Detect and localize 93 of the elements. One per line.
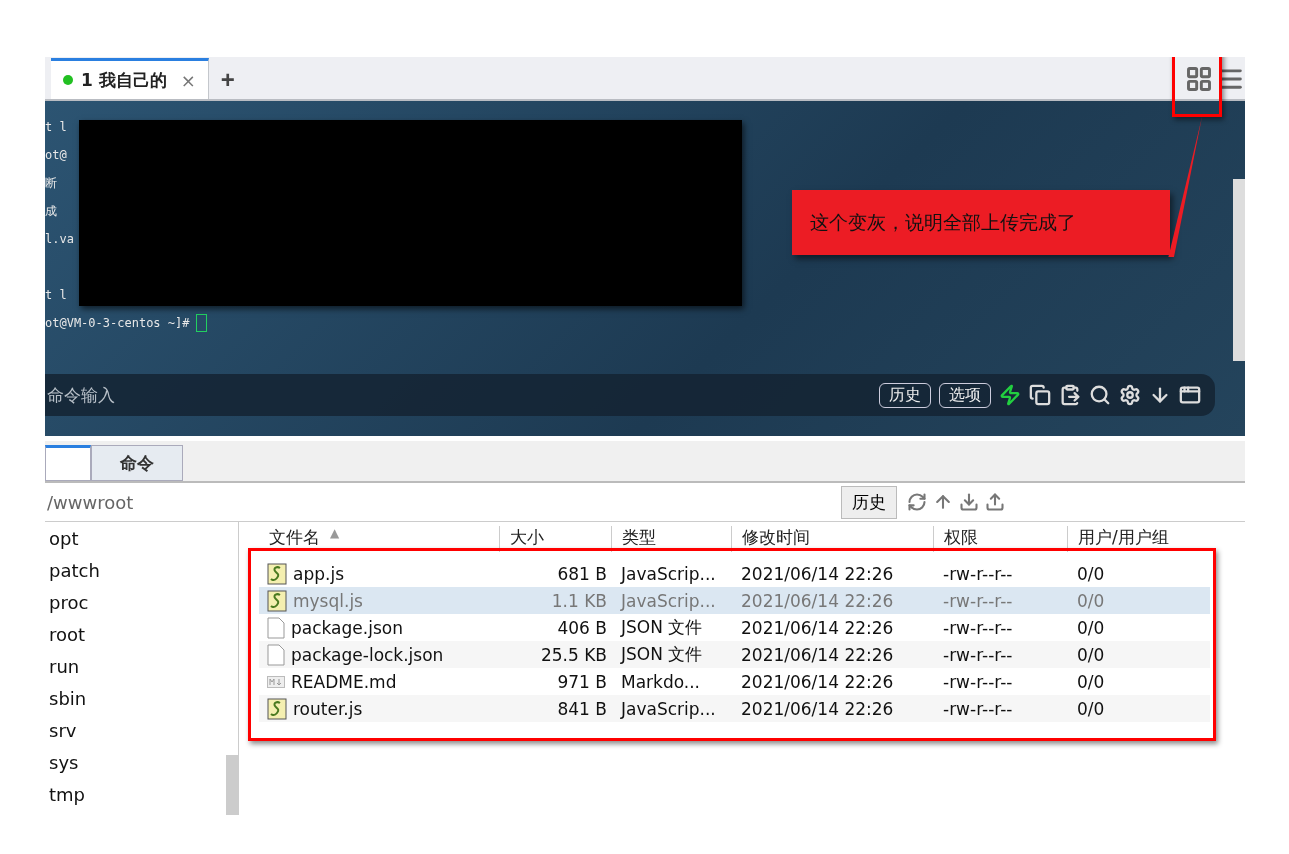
terminal-line: 断 [45, 174, 57, 192]
script-file-icon [267, 697, 287, 720]
file-icon [267, 616, 285, 639]
terminal-line: t l [45, 120, 67, 134]
table-cell-text: JavaScrip... [619, 698, 717, 719]
panel-tab[interactable] [45, 445, 91, 481]
tree-item[interactable]: sbin [45, 682, 226, 714]
tree-item[interactable]: opt [45, 522, 226, 554]
tree-item[interactable]: run [45, 650, 226, 682]
session-tab[interactable]: 1 我自己的 × [51, 58, 209, 99]
table-cell-text: 2021/06/14 22:26 [740, 590, 895, 611]
column-header[interactable]: 用户/用户组 [1078, 526, 1169, 552]
tree-item[interactable]: patch [45, 554, 226, 586]
file-name: README.md [291, 671, 397, 692]
history-button[interactable]: 历史 [841, 485, 897, 519]
table-cell-text: 2021/06/14 22:26 [740, 698, 895, 719]
table-cell-text: 2021/06/14 22:26 [740, 644, 895, 665]
refresh-icon[interactable] [907, 492, 927, 512]
table-cell-text: JavaScrip... [619, 590, 717, 611]
new-tab-button[interactable]: + [208, 61, 247, 99]
file-icon [267, 643, 285, 666]
file-row[interactable]: router.js 841 B JavaScrip... 2021/06/14 22:26 -rw-r--r-- 0/0 [259, 695, 1210, 722]
table-cell-text: -rw-r--r-- [942, 671, 1014, 692]
table-cell-text: JavaScrip... [619, 563, 717, 584]
sort-arrow-icon: ▲ [330, 526, 340, 552]
bolt-icon[interactable] [999, 384, 1021, 406]
terminal-line: 成 [45, 202, 57, 220]
table-cell-text: JSON 文件 [619, 643, 704, 666]
tree-item[interactable]: root [45, 618, 226, 650]
scrollbar[interactable] [1233, 179, 1245, 361]
tree-item[interactable]: tmp [45, 778, 226, 810]
table-cell-text: 841 B [556, 698, 608, 719]
file-name: mysql.js [293, 590, 363, 611]
table-cell-text: -rw-r--r-- [942, 617, 1014, 638]
tab-label: 1 我自己的 [81, 68, 167, 92]
table-cell-text: 0/0 [1076, 671, 1106, 692]
paste-icon[interactable] [1059, 384, 1081, 406]
script-file-icon [267, 562, 287, 585]
table-cell-text: 0/0 [1076, 644, 1106, 665]
column-header[interactable]: 修改时间 [742, 526, 810, 552]
file-row[interactable]: package-lock.json 25.5 KB JSON 文件 2021/06/14 22:26 -rw-r--r-- 0/0 [259, 641, 1210, 668]
table-cell-text: 2021/06/14 22:26 [740, 671, 895, 692]
upload-icon[interactable] [985, 492, 1005, 512]
column-header[interactable]: 大小 [510, 526, 544, 552]
table-cell-text: Markdo... [620, 671, 702, 692]
table-cell-text: 406 B [556, 617, 608, 638]
file-name: package-lock.json [291, 644, 444, 665]
markdown-icon [267, 675, 285, 688]
terminal-line: t l [45, 288, 67, 302]
table-cell-text: -rw-r--r-- [942, 698, 1014, 719]
table-cell-text: -rw-r--r-- [942, 590, 1014, 611]
settings-icon[interactable] [1119, 384, 1141, 406]
tree-item[interactable]: sys [45, 746, 226, 778]
file-row[interactable]: mysql.js 1.1 KB JavaScrip... 2021/06/14 22:26 -rw-r--r-- 0/0 [259, 587, 1210, 614]
copy-icon[interactable] [1029, 384, 1051, 406]
cursor [195, 314, 207, 332]
table-cell-text: 0/0 [1076, 617, 1106, 638]
file-name: package.json [291, 617, 403, 638]
command-button[interactable]: 选项 [939, 382, 991, 408]
table-cell-text: 1.1 KB [550, 590, 608, 611]
column-header[interactable]: 权限 [944, 526, 978, 552]
download-icon[interactable] [959, 492, 979, 512]
terminal-line: ot@ [45, 148, 67, 162]
tree-item[interactable]: proc [45, 586, 226, 618]
table-cell-text: 0/0 [1076, 698, 1106, 719]
file-name: router.js [293, 698, 363, 719]
grid-icon[interactable] [1185, 65, 1213, 93]
table-cell-text: 971 B [556, 671, 608, 692]
panel-tab[interactable]: 命令 [91, 445, 183, 481]
file-name: app.js [293, 563, 344, 584]
search-icon[interactable] [1089, 384, 1111, 406]
table-cell-text: 2021/06/14 22:26 [740, 563, 895, 584]
terminal-line: ot@VM-0-3-centos ~]# [45, 316, 190, 330]
command-input[interactable]: 命令输入 历史 选项 [45, 374, 1215, 416]
close-button[interactable]: × [180, 69, 196, 91]
column-header[interactable]: 文件名 [269, 526, 320, 552]
table-cell-text: JSON 文件 [619, 616, 704, 639]
terminal-line: l.va [45, 232, 74, 246]
table-cell-text: 2021/06/14 22:26 [740, 617, 895, 638]
tree-item[interactable]: srv [45, 714, 226, 746]
table-cell-text: 681 B [556, 563, 608, 584]
table-cell-text: 0/0 [1076, 563, 1106, 584]
path-field[interactable]: /wwwroot [45, 490, 831, 514]
window-icon[interactable] [1179, 384, 1201, 406]
column-header[interactable]: 类型 [622, 526, 656, 552]
table-cell-text: 0/0 [1076, 590, 1106, 611]
highlight-frame [1172, 57, 1222, 117]
script-file-icon [267, 589, 287, 612]
table-cell-text: 25.5 KB [539, 644, 608, 665]
table-cell-text: -rw-r--r-- [942, 644, 1014, 665]
scrollbar[interactable] [226, 755, 238, 815]
command-button[interactable]: 历史 [879, 382, 931, 408]
table-cell-text: -rw-r--r-- [942, 563, 1014, 584]
